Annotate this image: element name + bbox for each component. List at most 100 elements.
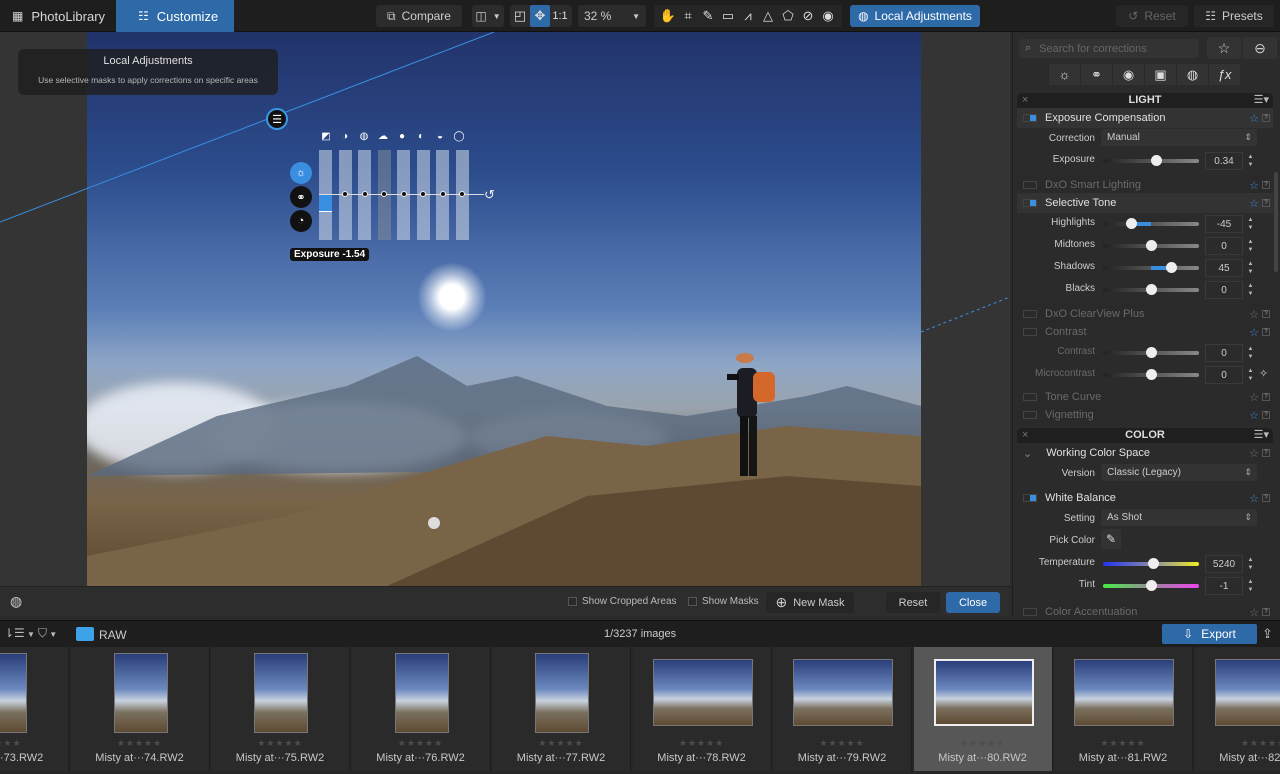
help-icon[interactable]: ?	[1262, 608, 1270, 616]
close-icon[interactable]: ×	[1022, 428, 1028, 443]
star-icon[interactable]: ☆	[1249, 447, 1259, 460]
local-category-icon[interactable]: ◍	[1177, 64, 1208, 85]
value-field[interactable]: 0	[1205, 344, 1243, 362]
enable-toggle[interactable]	[1023, 608, 1037, 616]
photo[interactable]	[87, 32, 921, 586]
help-icon[interactable]: ?	[1262, 494, 1270, 502]
stepper[interactable]: ▲ ▼	[1246, 259, 1255, 277]
fit-screen-icon[interactable]: ◰	[510, 5, 530, 27]
panel-menu-icon[interactable]: ☰▾	[1254, 428, 1269, 443]
close-button[interactable]: Close	[946, 592, 1000, 613]
enable-toggle[interactable]	[1023, 199, 1037, 207]
stepper[interactable]: ▲ ▼	[1246, 237, 1255, 255]
microcontrast-slider[interactable]	[1103, 369, 1199, 380]
star-icon[interactable]: ☆	[1249, 492, 1259, 505]
color-panel-header[interactable]: × COLOR ☰▾	[1017, 428, 1273, 443]
slider-knob[interactable]	[1146, 369, 1157, 380]
value-field[interactable]: 0	[1205, 281, 1243, 299]
stepper[interactable]: ▲ ▼	[1246, 152, 1255, 170]
show-masks-checkbox[interactable]: Show Masks	[688, 596, 759, 607]
rotate-perspective-icon[interactable]: ⬠	[778, 5, 798, 27]
rating-stars[interactable]: ★★★★★	[1054, 738, 1192, 749]
search-input[interactable]: ⌕ Search for corrections	[1019, 39, 1199, 58]
star-icon[interactable]: ☆	[1249, 112, 1259, 125]
image-viewer[interactable]: Local Adjustments Use selective masks to…	[0, 32, 1010, 586]
detail-mode-button[interactable]: ◔	[290, 210, 312, 232]
help-icon[interactable]: ?	[1262, 310, 1270, 318]
star-icon[interactable]: ☆	[1249, 197, 1259, 210]
volume-deformation-icon[interactable]: △	[758, 5, 778, 27]
slider-knob[interactable]	[1125, 218, 1137, 229]
filmstrip-thumbnail[interactable]: ★★★★★ Misty at···74.RW2	[70, 647, 210, 771]
crop-icon[interactable]: ⌗	[678, 5, 698, 27]
help-icon[interactable]: ?	[1262, 411, 1270, 419]
selective-tone-header[interactable]: Selective Tone ☆?	[1017, 193, 1273, 213]
shadows-slider[interactable]	[1103, 262, 1199, 273]
blacks-slider[interactable]	[1103, 284, 1199, 295]
local-adjustments-icon[interactable]: ◍	[10, 593, 22, 610]
rating-stars[interactable]: ★★★★★	[352, 738, 490, 749]
favorites-button[interactable]: ☆	[1207, 37, 1241, 59]
stepper[interactable]: ▲ ▼	[1246, 281, 1255, 299]
vignetting-header[interactable]: Vignetting ☆?	[1017, 405, 1273, 425]
value-field[interactable]: -45	[1205, 215, 1243, 233]
rating-stars[interactable]: ★★★★★	[914, 738, 1052, 749]
value-field[interactable]: -1	[1205, 577, 1243, 595]
contrast-slider[interactable]	[1103, 347, 1199, 358]
help-icon[interactable]: ?	[1262, 393, 1270, 401]
move-icon[interactable]: ✥	[530, 5, 550, 27]
enable-toggle[interactable]	[1023, 181, 1037, 189]
help-icon[interactable]: ?	[1262, 181, 1270, 189]
mask-reset-button[interactable]: Reset	[886, 592, 940, 613]
enable-toggle[interactable]	[1023, 411, 1037, 419]
zoom-select[interactable]: 32 % ▼	[578, 5, 646, 27]
equalizer-bar-exposure[interactable]	[319, 150, 332, 240]
filmstrip-thumbnail[interactable]: ★★★★★ Misty at···76.RW2	[351, 647, 491, 771]
stepper[interactable]: ▲ ▼	[1246, 215, 1255, 233]
filmstrip-thumbnail[interactable]: ★★★★★ Misty at···75.RW2	[211, 647, 350, 771]
equalizer-handle-dehaze[interactable]	[381, 191, 387, 197]
shadows-icon[interactable]: ◒	[434, 130, 446, 142]
mask-control-point[interactable]	[428, 517, 440, 529]
exposure-icon[interactable]: ◩	[320, 130, 332, 142]
help-icon[interactable]: ?	[1262, 114, 1270, 122]
tone-curve-header[interactable]: Tone Curve ☆?	[1017, 387, 1273, 407]
value-field[interactable]: 0	[1205, 366, 1243, 384]
filmstrip-thumbnail[interactable]: ★★★★★ Misty at···73.RW2	[0, 647, 69, 771]
value-field[interactable]: 5240	[1205, 555, 1243, 573]
reset-button[interactable]: ↺ Reset	[1116, 5, 1188, 27]
exposure-compensation-header[interactable]: Exposure Compensation ☆?	[1017, 108, 1273, 128]
slider-knob[interactable]	[1150, 155, 1162, 166]
help-icon[interactable]: ?	[1262, 328, 1270, 336]
dehaze-icon[interactable]: ☁	[377, 130, 389, 142]
rating-stars[interactable]: ★★★★★	[1195, 738, 1280, 749]
slider-knob[interactable]	[1146, 347, 1157, 358]
filmstrip-thumbnail[interactable]: ★★★★★ Misty at···77.RW2	[492, 647, 631, 771]
light-category-icon[interactable]: ☼	[1049, 64, 1080, 85]
toggle-button[interactable]: ⊖	[1243, 37, 1277, 59]
effects-category-icon[interactable]: ƒx	[1209, 64, 1240, 85]
filmstrip-thumbnail[interactable]: ★★★★★ Misty at···81.RW2	[1054, 647, 1193, 771]
horizon-icon[interactable]: ▭	[718, 5, 738, 27]
stepper[interactable]: ▲ ▼	[1246, 366, 1255, 384]
value-field[interactable]: 0.34	[1205, 152, 1243, 170]
contrast-icon[interactable]: ◑	[339, 130, 351, 142]
split-view-button[interactable]: ◫ ▼	[472, 5, 504, 27]
smart-lighting-header[interactable]: DxO Smart Lighting ☆?	[1017, 175, 1273, 195]
filmstrip-thumbnail[interactable]: ★★★★★ Misty at···80.RW2	[913, 647, 1053, 771]
slider-knob[interactable]	[1147, 558, 1159, 569]
enable-toggle[interactable]	[1023, 328, 1037, 336]
rating-stars[interactable]: ★★★★★	[492, 738, 630, 749]
stepper[interactable]: ▲ ▼	[1246, 555, 1255, 573]
help-icon[interactable]: ?	[1262, 449, 1270, 457]
hand-icon[interactable]: ✋	[658, 5, 678, 27]
filmstrip-thumbnail[interactable]: ★★★★★ Misty at···79.RW2	[773, 647, 912, 771]
equalizer-handle-contrast[interactable]	[342, 191, 348, 197]
perspective-icon[interactable]: ⩘	[738, 5, 758, 27]
star-icon[interactable]: ☆	[1249, 606, 1259, 617]
sidebar-scrollbar[interactable]	[1274, 172, 1278, 272]
geometry-category-icon[interactable]: ▣	[1145, 64, 1176, 85]
eyedropper-icon[interactable]: ✎	[698, 5, 718, 27]
stepper[interactable]: ▲ ▼	[1246, 344, 1255, 362]
microcontrast-icon[interactable]: ◍	[358, 130, 370, 142]
